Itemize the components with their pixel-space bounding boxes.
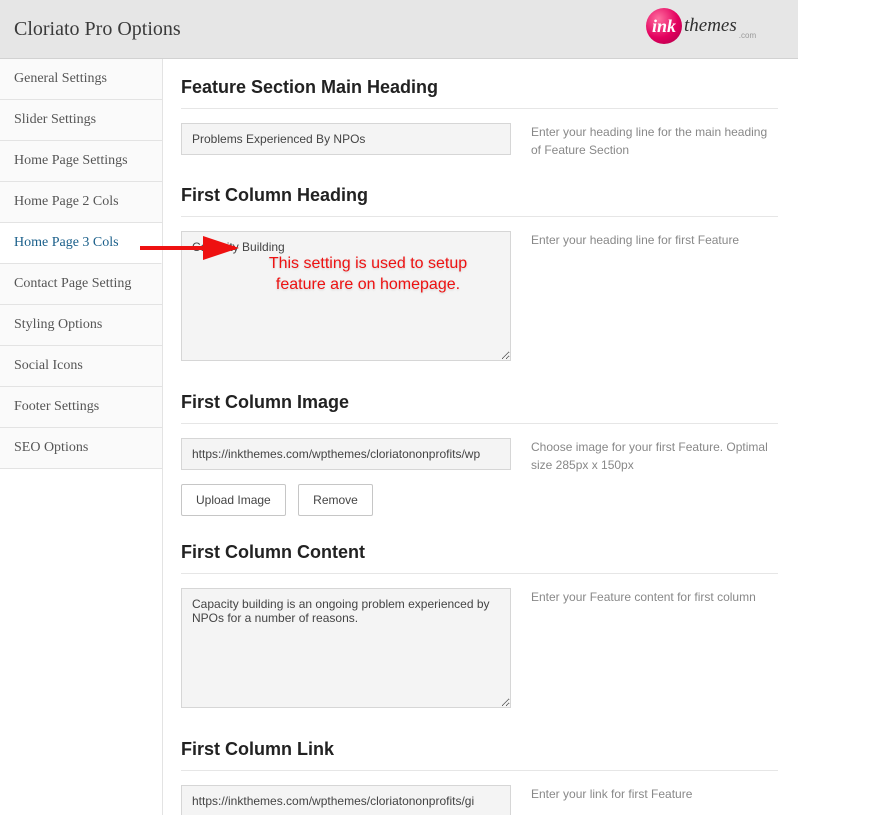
- first-column-heading-hint: Enter your heading line for first Featur…: [531, 231, 778, 366]
- first-column-image-input[interactable]: [181, 438, 511, 470]
- options-header: Cloriato Pro Options ink themes .com: [0, 0, 798, 59]
- feature-main-heading-input[interactable]: [181, 123, 511, 155]
- first-column-heading-input[interactable]: [181, 231, 511, 361]
- divider: [181, 573, 778, 574]
- first-column-image-hint: Choose image for your first Feature. Opt…: [531, 438, 778, 474]
- sidebar-item-home-page-3-cols[interactable]: Home Page 3 Cols: [0, 223, 162, 264]
- sidebar-item-seo-options[interactable]: SEO Options: [0, 428, 162, 469]
- sidebar-item-home-page-settings[interactable]: Home Page Settings: [0, 141, 162, 182]
- inkthemes-logo: ink themes .com: [646, 2, 776, 50]
- first-column-link-input[interactable]: [181, 785, 511, 815]
- divider: [181, 423, 778, 424]
- options-panel: Feature Section Main Heading Enter your …: [162, 59, 798, 815]
- sidebar-item-social-icons[interactable]: Social Icons: [0, 346, 162, 387]
- remove-image-button[interactable]: Remove: [298, 484, 373, 516]
- feature-main-heading-hint: Enter your heading line for the main hea…: [531, 123, 778, 159]
- logo-subtext: .com: [739, 31, 756, 40]
- feature-section-main-heading-title: Feature Section Main Heading: [181, 77, 778, 98]
- page-title: Cloriato Pro Options: [0, 18, 181, 41]
- upload-image-button[interactable]: Upload Image: [181, 484, 286, 516]
- settings-sidebar: General Settings Slider Settings Home Pa…: [0, 59, 162, 815]
- sidebar-item-styling-options[interactable]: Styling Options: [0, 305, 162, 346]
- first-column-heading-title: First Column Heading: [181, 185, 778, 206]
- first-column-content-hint: Enter your Feature content for first col…: [531, 588, 778, 713]
- divider: [181, 108, 778, 109]
- logo-ball-icon: ink: [646, 8, 682, 44]
- sidebar-item-contact-page-setting[interactable]: Contact Page Setting: [0, 264, 162, 305]
- sidebar-item-general-settings[interactable]: General Settings: [0, 59, 162, 100]
- sidebar-item-home-page-2-cols[interactable]: Home Page 2 Cols: [0, 182, 162, 223]
- divider: [181, 216, 778, 217]
- first-column-link-title: First Column Link: [181, 739, 778, 760]
- sidebar-item-footer-settings[interactable]: Footer Settings: [0, 387, 162, 428]
- sidebar-item-slider-settings[interactable]: Slider Settings: [0, 100, 162, 141]
- first-column-image-title: First Column Image: [181, 392, 778, 413]
- first-column-link-hint: Enter your link for first Feature: [531, 785, 778, 815]
- logo-text: themes: [684, 15, 737, 37]
- first-column-content-title: First Column Content: [181, 542, 778, 563]
- divider: [181, 770, 778, 771]
- first-column-content-input[interactable]: [181, 588, 511, 708]
